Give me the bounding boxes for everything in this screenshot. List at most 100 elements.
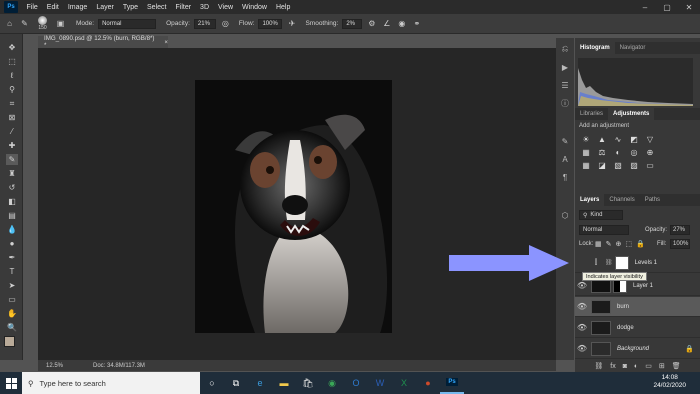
menu-3d[interactable]: 3D: [196, 4, 214, 11]
brush-tool-icon[interactable]: ✎: [19, 18, 30, 29]
layer-row-dodge[interactable]: 👁 dodge: [575, 318, 700, 338]
brush-settings-icon[interactable]: ▣: [55, 18, 66, 29]
info-panel-icon[interactable]: ⓘ: [559, 98, 571, 108]
zoom-level[interactable]: 12.5%: [46, 363, 63, 369]
exposure-icon[interactable]: ◩: [629, 134, 639, 144]
eye-icon[interactable]: 👁: [575, 323, 589, 332]
maximize-icon[interactable]: ▢: [656, 0, 678, 14]
task-view-icon[interactable]: ⧉: [224, 372, 248, 394]
file-explorer-icon[interactable]: ▬: [272, 372, 296, 394]
brushes-panel-icon[interactable]: ✎: [559, 136, 571, 146]
properties-panel-icon[interactable]: ☰: [559, 80, 571, 90]
quick-select-tool-icon[interactable]: ⚲: [6, 84, 18, 95]
brightness-contrast-icon[interactable]: ☀: [581, 134, 591, 144]
chrome-icon[interactable]: ◉: [320, 372, 344, 394]
blur-tool-icon[interactable]: 💧: [6, 224, 18, 235]
excel-icon[interactable]: X: [392, 372, 416, 394]
eyedropper-tool-icon[interactable]: ⁄: [6, 126, 18, 137]
layer-kind-filter[interactable]: ⚲ Kind: [579, 210, 623, 220]
eye-icon[interactable]: 👁: [575, 344, 589, 353]
new-adjustment-icon[interactable]: ◐: [634, 363, 638, 370]
menu-file[interactable]: File: [22, 4, 42, 11]
layer-row-levels[interactable]: ⫿ ⛓ Levels 1: [575, 253, 700, 273]
close-window-icon[interactable]: ✕: [678, 0, 700, 14]
menu-image[interactable]: Image: [63, 4, 91, 11]
history-brush-icon[interactable]: ↺: [6, 182, 18, 193]
move-tool-icon[interactable]: ✥: [6, 42, 18, 53]
eye-icon[interactable]: 👁: [575, 302, 589, 311]
brush-tool-active-icon[interactable]: ✎: [6, 154, 18, 165]
smoothing-field[interactable]: 2%: [342, 18, 363, 29]
powerpoint-icon[interactable]: ●: [416, 372, 440, 394]
menu-layer[interactable]: Layer: [92, 4, 119, 11]
posterize-icon[interactable]: ▧: [613, 160, 623, 170]
tab-navigator[interactable]: Navigator: [615, 42, 651, 54]
menu-filter[interactable]: Filter: [171, 4, 196, 11]
menu-view[interactable]: View: [214, 4, 238, 11]
menu-type[interactable]: Type: [118, 4, 142, 11]
tab-layers[interactable]: Layers: [575, 194, 605, 206]
channel-mixer-icon[interactable]: ⊕: [645, 147, 655, 157]
smoothing-gear-icon[interactable]: ⚙: [366, 18, 377, 29]
menu-edit[interactable]: Edit: [42, 4, 63, 11]
tab-channels[interactable]: Channels: [604, 194, 639, 206]
pressure-opacity-icon[interactable]: ◎: [220, 18, 231, 29]
clone-stamp-icon[interactable]: ♜: [6, 168, 18, 179]
layer-blend-mode-select[interactable]: Normal: [579, 225, 629, 235]
black-white-icon[interactable]: ◐: [613, 147, 623, 157]
gradient-map-icon[interactable]: ▭: [645, 160, 655, 170]
brush-angle-icon[interactable]: ∠: [381, 18, 392, 29]
color-balance-icon[interactable]: ⚖: [597, 147, 607, 157]
rectangle-tool-icon[interactable]: ▭: [6, 294, 18, 305]
menu-select[interactable]: Select: [143, 4, 171, 11]
lock-icons[interactable]: ▦✎⊕⬚🔒: [595, 240, 649, 248]
home-icon[interactable]: ⌂: [4, 18, 15, 29]
marquee-tool-icon[interactable]: ⬚: [6, 56, 18, 67]
tab-adjustments[interactable]: Adjustments: [608, 108, 655, 120]
dodge-tool-icon[interactable]: ●: [6, 238, 18, 249]
new-group-icon[interactable]: ▭: [645, 362, 652, 370]
photoshop-taskbar-icon[interactable]: Ps: [440, 372, 464, 394]
store-icon[interactable]: 🛍: [296, 372, 320, 394]
levels-icon[interactable]: ▲: [597, 134, 607, 144]
color-lookup-icon[interactable]: ▦: [581, 160, 591, 170]
menu-help[interactable]: Help: [271, 4, 294, 11]
windows-start-icon[interactable]: [0, 372, 22, 394]
eraser-tool-icon[interactable]: ◧: [6, 196, 18, 207]
layer-row-burn-selected[interactable]: 👁 burn: [575, 297, 700, 317]
foreground-color-swatch[interactable]: [4, 336, 15, 347]
opacity-field[interactable]: 21%: [193, 18, 216, 29]
invert-icon[interactable]: ◪: [597, 160, 607, 170]
menu-window[interactable]: Window: [238, 4, 272, 11]
edge-icon[interactable]: e: [248, 372, 272, 394]
hue-saturation-icon[interactable]: ▦: [581, 147, 591, 157]
layer-row-background[interactable]: 👁 Background 🔒: [575, 339, 700, 359]
pressure-size-icon[interactable]: ◉: [396, 18, 407, 29]
path-select-icon[interactable]: ➤: [6, 280, 18, 291]
photo-filter-icon[interactable]: ◎: [629, 147, 639, 157]
close-tab-icon[interactable]: ×: [164, 39, 168, 46]
delete-layer-icon[interactable]: 🗑: [672, 362, 681, 370]
brush-preset-picker[interactable]: 150: [38, 16, 47, 31]
link-layers-icon[interactable]: ⛓: [594, 362, 603, 370]
gradient-tool-icon[interactable]: ▤: [6, 210, 18, 221]
vibrance-icon[interactable]: ▽: [645, 134, 655, 144]
character-panel-icon[interactable]: A: [559, 154, 571, 164]
tab-libraries[interactable]: Libraries: [575, 108, 608, 120]
word-icon[interactable]: W: [368, 372, 392, 394]
mode-select[interactable]: Normal: [98, 18, 157, 29]
document-tab[interactable]: IMG_0890.psd @ 12.5% (burn, RGB/8*) * ×: [38, 35, 168, 49]
cortana-icon[interactable]: ○: [200, 372, 224, 394]
tab-histogram[interactable]: Histogram: [575, 42, 615, 54]
airbrush-icon[interactable]: ✈: [286, 18, 297, 29]
layer-opacity-field[interactable]: 27%: [670, 225, 690, 235]
system-clock[interactable]: 14:08 24/02/2020: [653, 374, 686, 390]
eye-icon[interactable]: 👁: [575, 281, 589, 290]
minimize-icon[interactable]: –: [634, 0, 656, 14]
actions-panel-icon[interactable]: ▶: [559, 62, 571, 72]
lasso-tool-icon[interactable]: ℓ: [6, 70, 18, 81]
healing-brush-icon[interactable]: ✚: [6, 140, 18, 151]
paragraph-panel-icon[interactable]: ¶: [559, 172, 571, 182]
threshold-icon[interactable]: ▨: [629, 160, 639, 170]
fx-icon[interactable]: fx: [610, 363, 615, 370]
